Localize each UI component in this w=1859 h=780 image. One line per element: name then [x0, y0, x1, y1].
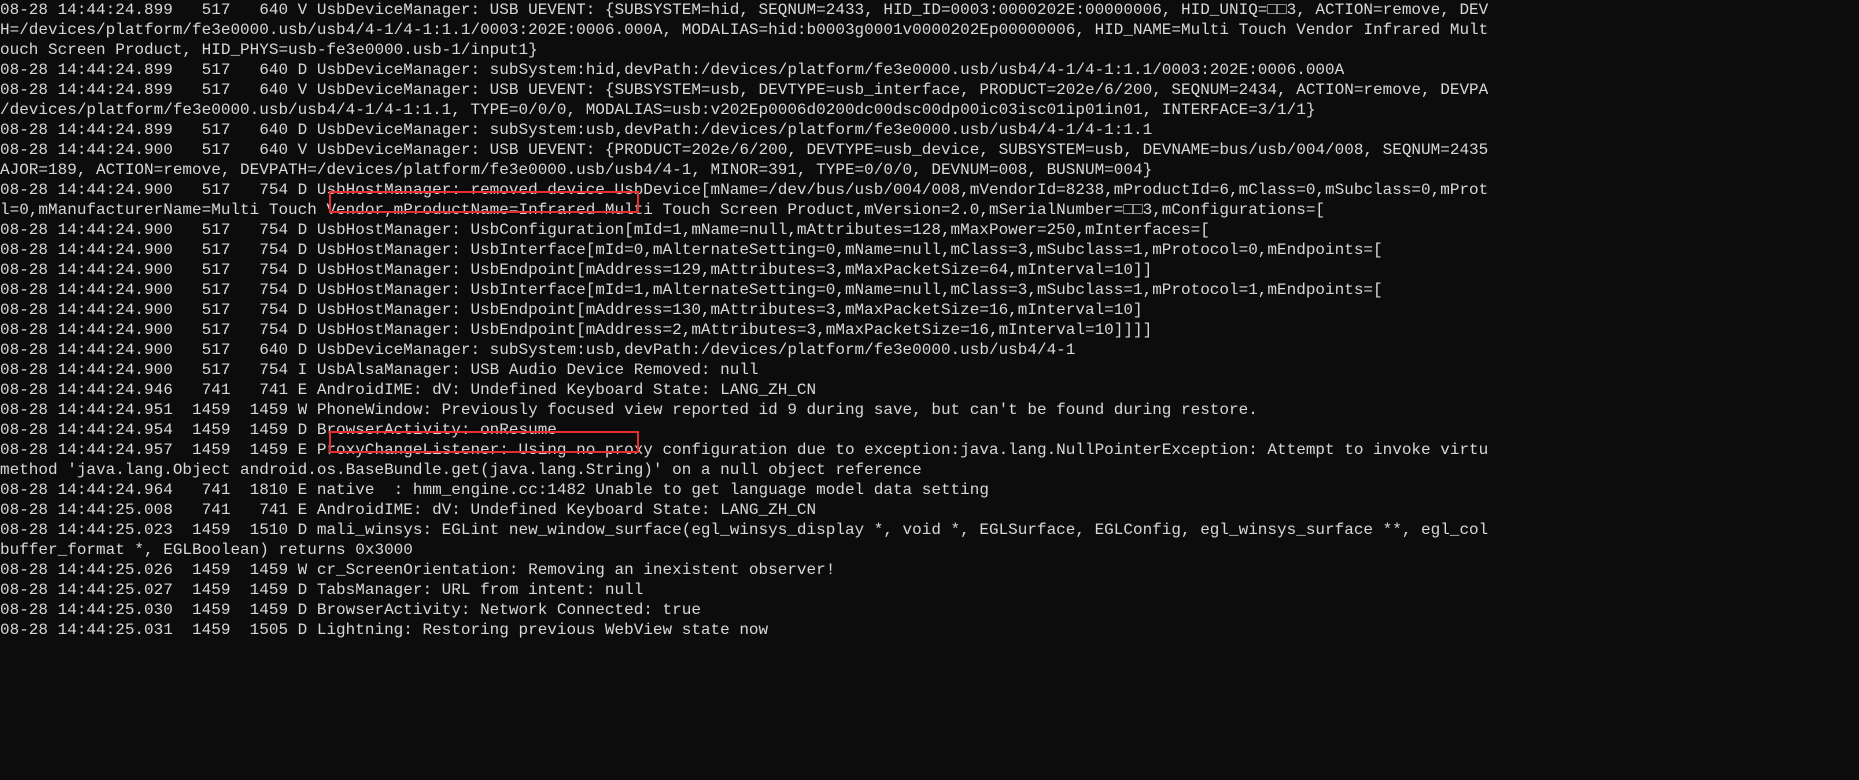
log-line: 08-28 14:44:24.900 517 754 D UsbHostMana…	[0, 300, 1859, 320]
log-line: l=0,mManufacturerName=Multi Touch Vendor…	[0, 200, 1859, 220]
log-line: 08-28 14:44:24.899 517 640 D UsbDeviceMa…	[0, 120, 1859, 140]
log-line: 08-28 14:44:25.026 1459 1459 W cr_Screen…	[0, 560, 1859, 580]
log-line: 08-28 14:44:24.900 517 754 D UsbHostMana…	[0, 320, 1859, 340]
log-line: ouch Screen Product, HID_PHYS=usb-fe3e00…	[0, 40, 1859, 60]
log-line: 08-28 14:44:25.031 1459 1505 D Lightning…	[0, 620, 1859, 640]
log-line: AJOR=189, ACTION=remove, DEVPATH=/device…	[0, 160, 1859, 180]
log-line: H=/devices/platform/fe3e0000.usb/usb4/4-…	[0, 20, 1859, 40]
log-line: 08-28 14:44:25.030 1459 1459 D BrowserAc…	[0, 600, 1859, 620]
log-line: 08-28 14:44:24.900 517 754 D UsbHostMana…	[0, 280, 1859, 300]
log-line: 08-28 14:44:24.900 517 640 V UsbDeviceMa…	[0, 140, 1859, 160]
log-line: 08-28 14:44:24.900 517 754 D UsbHostMana…	[0, 220, 1859, 240]
log-line: 08-28 14:44:24.951 1459 1459 W PhoneWind…	[0, 400, 1859, 420]
log-line: 08-28 14:44:25.008 741 741 E AndroidIME:…	[0, 500, 1859, 520]
log-line: 08-28 14:44:25.023 1459 1510 D mali_wins…	[0, 520, 1859, 540]
log-line: buffer_format *, EGLBoolean) returns 0x3…	[0, 540, 1859, 560]
log-line: 08-28 14:44:24.957 1459 1459 E ProxyChan…	[0, 440, 1859, 460]
log-line: 08-28 14:44:24.900 517 754 D UsbHostMana…	[0, 260, 1859, 280]
log-line: 08-28 14:44:24.900 517 754 I UsbAlsaMana…	[0, 360, 1859, 380]
log-line: method 'java.lang.Object android.os.Base…	[0, 460, 1859, 480]
log-line: 08-28 14:44:24.899 517 640 V UsbDeviceMa…	[0, 80, 1859, 100]
log-line: 08-28 14:44:24.946 741 741 E AndroidIME:…	[0, 380, 1859, 400]
log-line: 08-28 14:44:24.900 517 640 D UsbDeviceMa…	[0, 340, 1859, 360]
log-output: 08-28 14:44:24.899 517 640 V UsbDeviceMa…	[0, 0, 1859, 640]
log-line: 08-28 14:44:25.027 1459 1459 D TabsManag…	[0, 580, 1859, 600]
log-line: 08-28 14:44:24.899 517 640 V UsbDeviceMa…	[0, 0, 1859, 20]
log-line: 08-28 14:44:24.900 517 754 D UsbHostMana…	[0, 240, 1859, 260]
log-line: /devices/platform/fe3e0000.usb/usb4/4-1/…	[0, 100, 1859, 120]
log-line: 08-28 14:44:24.899 517 640 D UsbDeviceMa…	[0, 60, 1859, 80]
log-line: 08-28 14:44:24.964 741 1810 E native : h…	[0, 480, 1859, 500]
log-line: 08-28 14:44:24.900 517 754 D UsbHostMana…	[0, 180, 1859, 200]
log-line: 08-28 14:44:24.954 1459 1459 D BrowserAc…	[0, 420, 1859, 440]
